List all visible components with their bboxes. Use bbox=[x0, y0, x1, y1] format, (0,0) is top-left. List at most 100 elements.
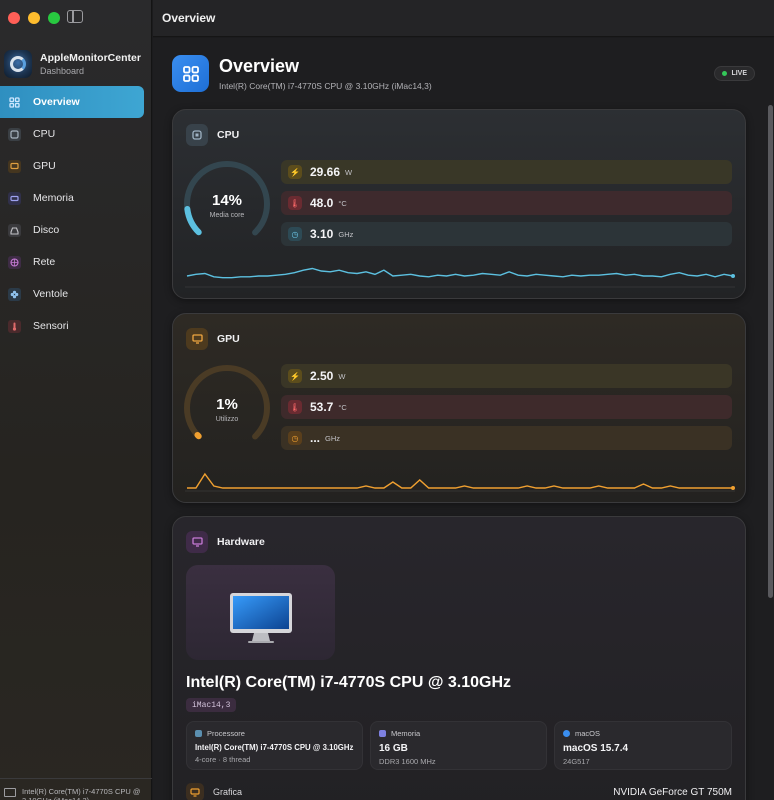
thermometer-icon bbox=[8, 319, 21, 333]
scrollbar[interactable] bbox=[766, 105, 774, 800]
processor-tile: Processore Intel(R) Core(TM) i7-4770S CP… bbox=[186, 721, 363, 770]
imac-image bbox=[186, 565, 335, 660]
memory-label: Memoria bbox=[391, 729, 421, 738]
cpu-gauge-value: 14% bbox=[211, 192, 243, 209]
app-logo-icon bbox=[4, 50, 32, 78]
app-window: AppleMonitorCenter Dashboard Overview CP… bbox=[0, 0, 774, 800]
thermometer-icon: 🌡 bbox=[288, 196, 302, 210]
macos-sub: 24G517 bbox=[563, 757, 590, 766]
memory-icon bbox=[379, 730, 386, 737]
macos-tile: macOS macOS 15.7.4 24G517 bbox=[554, 721, 732, 770]
sidebar-item-disco[interactable]: Disco bbox=[0, 214, 144, 246]
sidebar-item-rete[interactable]: Rete bbox=[0, 246, 144, 278]
page-title: Overview bbox=[219, 56, 300, 76]
gpu-temp-unit: °C bbox=[338, 402, 347, 412]
hardware-card[interactable]: Hardware Intel(R) Core(TM) i7-4770S CPU … bbox=[172, 516, 746, 800]
cpu-temp-metric: 🌡 48.0 °C bbox=[281, 191, 732, 215]
gpu-card-title: GPU bbox=[186, 328, 240, 350]
graphics-row: Grafica NVIDIA GeForce GT 750M bbox=[186, 783, 732, 800]
disk-icon bbox=[8, 223, 21, 237]
desktop-icon bbox=[186, 531, 208, 553]
sidebar-item-ventole[interactable]: Ventole bbox=[0, 278, 144, 310]
overview-grid-icon bbox=[172, 55, 209, 92]
display-icon bbox=[186, 783, 204, 800]
page-subtitle: Intel(R) Core(TM) i7-4770S CPU @ 3.10GHz… bbox=[219, 81, 432, 91]
sidebar-item-memoria[interactable]: Memoria bbox=[0, 182, 144, 214]
gpu-temp-metric: 🌡 53.7 °C bbox=[281, 395, 732, 419]
close-button[interactable] bbox=[8, 12, 20, 24]
macos-label: macOS bbox=[575, 729, 601, 738]
live-badge: LIVE bbox=[714, 66, 755, 81]
gpu-temp-value: 53.7 bbox=[310, 400, 334, 414]
display-icon bbox=[8, 159, 21, 173]
cpu-power-metric: ⚡ 29.66 W bbox=[281, 160, 732, 184]
hardware-name: Intel(R) Core(TM) i7-4770S CPU @ 3.10GHz bbox=[186, 674, 511, 691]
fan-icon bbox=[8, 287, 21, 301]
sidebar-item-label: Overview bbox=[33, 96, 80, 108]
sidebar-item-sensori[interactable]: Sensori bbox=[0, 310, 144, 342]
sidebar-item-label: Disco bbox=[33, 224, 60, 236]
app-brand: AppleMonitorCenter Dashboard bbox=[4, 50, 141, 78]
sidebar-item-overview[interactable]: Overview bbox=[0, 86, 144, 118]
cpu-card[interactable]: CPU 14% Media core ⚡ 29.66 W 🌡 48.0 °C ◷… bbox=[172, 109, 746, 299]
hardware-title: Hardware bbox=[217, 536, 265, 548]
cpu-gauge: 14% Media core bbox=[181, 158, 273, 250]
app-name: AppleMonitorCenter bbox=[40, 52, 141, 64]
cpu-icon bbox=[195, 730, 202, 737]
page-header: Overview Intel(R) Core(TM) i7-4770S CPU … bbox=[172, 55, 432, 92]
gpu-gauge-value: 1% bbox=[216, 396, 238, 413]
minimize-button[interactable] bbox=[28, 12, 40, 24]
speedometer-icon: ◷ bbox=[288, 227, 302, 241]
sparkline-last-point bbox=[731, 274, 735, 278]
sidebar-toggle-icon[interactable] bbox=[67, 10, 83, 23]
thermometer-icon: 🌡 bbox=[288, 400, 302, 414]
processor-sub: 4-core · 8 thread bbox=[195, 755, 251, 764]
sidebar-item-label: Rete bbox=[33, 256, 56, 268]
hardware-card-title: Hardware bbox=[186, 531, 265, 553]
live-dot-icon bbox=[722, 71, 728, 76]
sparkline-line bbox=[186, 267, 734, 279]
window-controls bbox=[8, 12, 60, 24]
app-subtitle: Dashboard bbox=[40, 66, 85, 76]
live-label: LIVE bbox=[731, 70, 747, 77]
scrollbar-thumb[interactable] bbox=[768, 105, 773, 598]
cpu-temp-unit: °C bbox=[338, 198, 347, 208]
apple-icon bbox=[563, 730, 570, 737]
cpu-freq-metric: ◷ 3.10 GHz bbox=[281, 222, 732, 246]
gpu-card[interactable]: GPU 1% Utilizzo ⚡ 2.50 W 🌡 53.7 °C ◷ ...… bbox=[172, 313, 746, 503]
sidebar-item-label: Sensori bbox=[33, 320, 69, 332]
sidebar-item-label: Memoria bbox=[33, 192, 74, 204]
cpu-freq-value: 3.10 bbox=[310, 227, 334, 241]
cpu-gauge-label: Media core bbox=[209, 212, 245, 219]
monitor-icon bbox=[4, 788, 16, 797]
gpu-gauge: 1% Utilizzo bbox=[181, 362, 273, 454]
display-icon bbox=[186, 328, 208, 350]
sidebar-item-cpu[interactable]: CPU bbox=[0, 118, 144, 150]
memory-value: 16 GB bbox=[379, 743, 408, 754]
zoom-button[interactable] bbox=[48, 12, 60, 24]
macos-value: macOS 15.7.4 bbox=[563, 743, 629, 754]
sidebar-item-label: Ventole bbox=[33, 288, 69, 300]
processor-label: Processore bbox=[207, 729, 245, 738]
content: Overview Intel(R) Core(TM) i7-4770S CPU … bbox=[153, 38, 774, 800]
speedometer-icon: ◷ bbox=[288, 431, 302, 445]
cpu-temp-value: 48.0 bbox=[310, 196, 334, 210]
sparkline-line bbox=[187, 472, 733, 489]
memory-tile: Memoria 16 GB DDR3 1600 MHz bbox=[370, 721, 547, 770]
processor-value: Intel(R) Core(TM) i7-4770S CPU @ 3.10GHz bbox=[195, 743, 354, 752]
grid-icon bbox=[8, 96, 21, 109]
graphics-value: NVIDIA GeForce GT 750M bbox=[613, 786, 732, 798]
cpu-history-sparkline bbox=[185, 267, 735, 288]
cpu-icon bbox=[186, 124, 208, 146]
gpu-freq-metric: ◷ ... GHz bbox=[281, 426, 732, 450]
sidebar-nav: Overview CPU GPU Memoria Disco Rete Vent… bbox=[0, 86, 152, 342]
memory-sub: DDR3 1600 MHz bbox=[379, 757, 436, 766]
bolt-icon: ⚡ bbox=[288, 369, 302, 383]
sidebar-item-gpu[interactable]: GPU bbox=[0, 150, 144, 182]
bolt-icon: ⚡ bbox=[288, 165, 302, 179]
gpu-power-unit: W bbox=[338, 371, 346, 381]
cpu-icon bbox=[8, 127, 21, 141]
gpu-freq-unit: GHz bbox=[325, 433, 341, 443]
window-title: Overview bbox=[153, 0, 774, 37]
main-area: Overview Overview Intel(R) Core(TM) i7-4… bbox=[153, 0, 774, 800]
